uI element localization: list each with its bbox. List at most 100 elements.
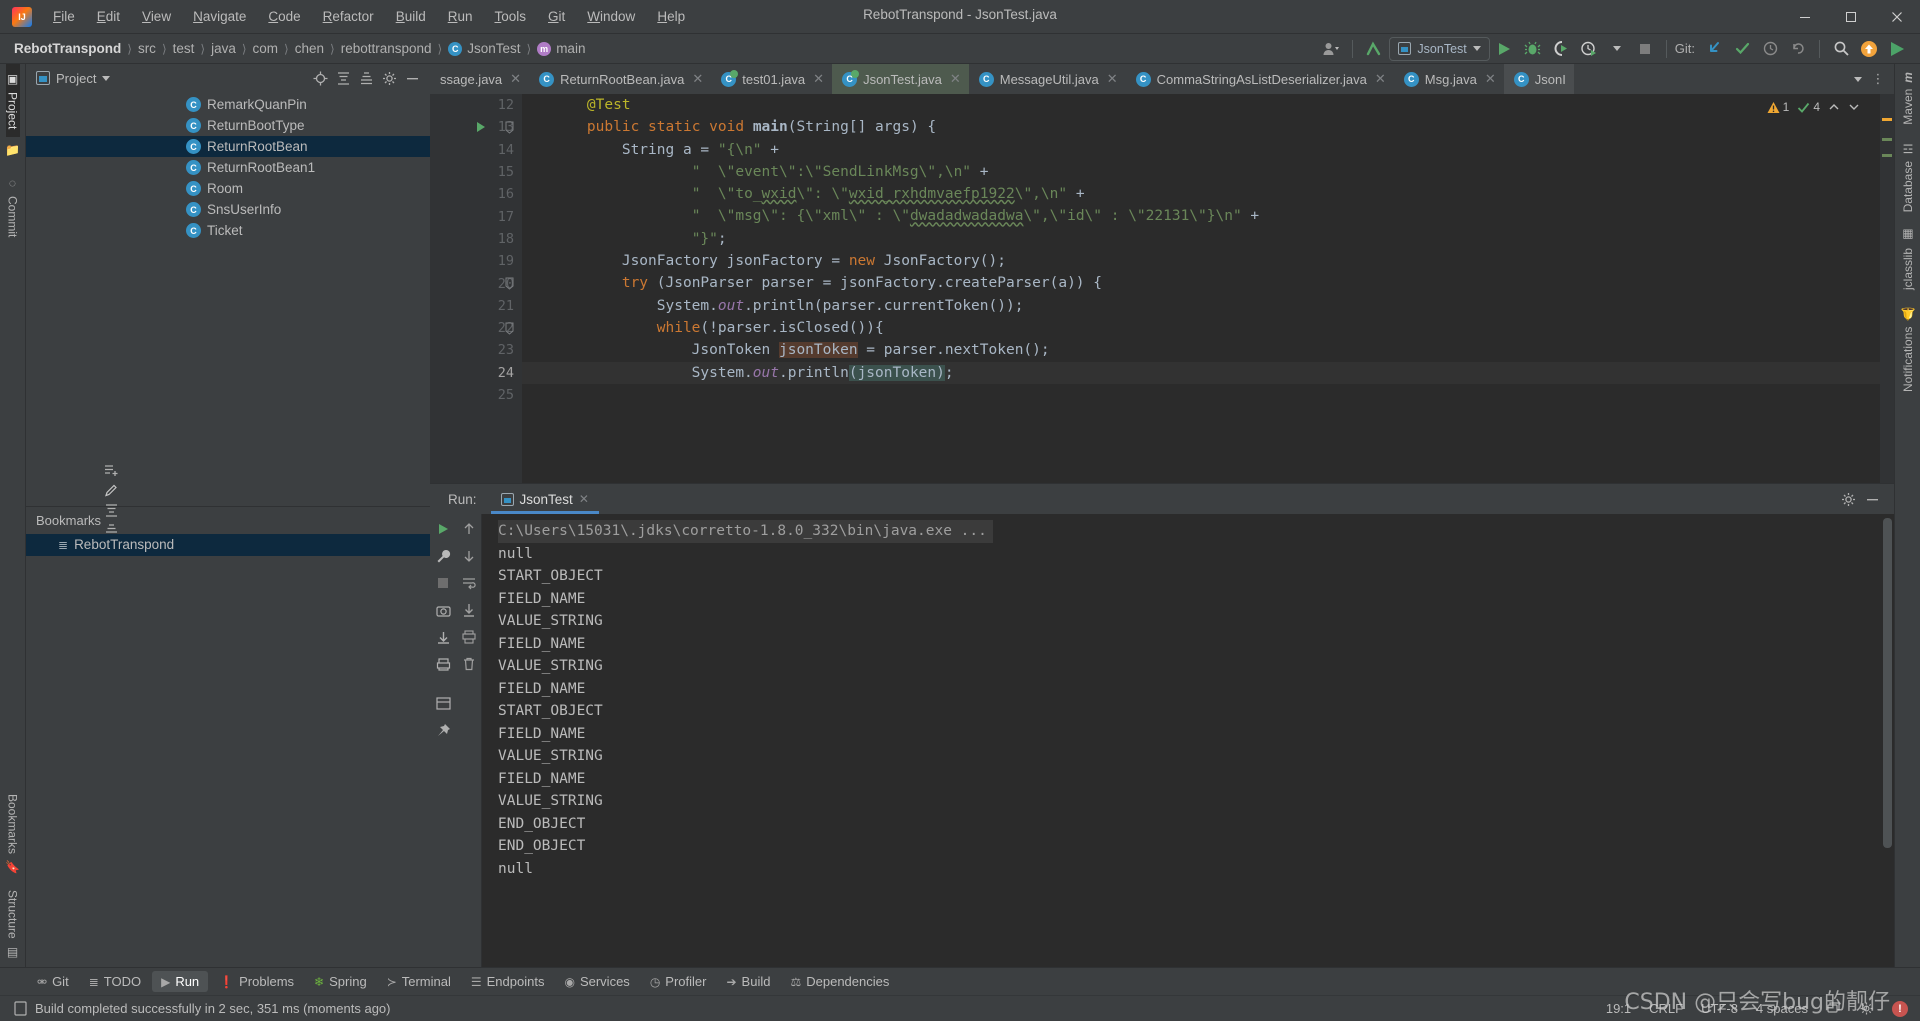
menu-navigate[interactable]: Navigate — [182, 5, 257, 28]
bottom-tab-terminal[interactable]: ≻ Terminal — [378, 971, 460, 992]
breadcrumb-jsontest[interactable]: C JsonTest — [448, 41, 521, 56]
tree-item-returnboottype[interactable]: C ReturnBootType — [26, 115, 430, 136]
editor-tab-jsontest[interactable]: C JsonTest.java ✕ — [832, 64, 969, 94]
tree-item-remarkquanpin[interactable]: C RemarkQuanPin — [26, 94, 430, 115]
update-arrow-icon[interactable] — [1361, 37, 1387, 61]
code-text-area[interactable]: @Test public static void main(String[] a… — [522, 94, 1880, 483]
search-everywhere-icon[interactable] — [1828, 37, 1854, 61]
sidebar-item-commit[interactable]: ◌ Commit — [6, 168, 20, 245]
add-bookmark-icon[interactable] — [101, 460, 121, 480]
status-error-badge[interactable]: ! — [1892, 1000, 1908, 1017]
expand-all-icon[interactable] — [333, 68, 353, 88]
menu-view[interactable]: View — [131, 5, 182, 28]
wrench-settings-icon[interactable] — [433, 547, 453, 565]
chevron-down-icon[interactable] — [96, 68, 116, 88]
editor-tab-jsoni[interactable]: C JsonI — [1503, 64, 1574, 94]
menu-file[interactable]: File — [42, 5, 86, 28]
git-commit-checkmark-icon[interactable] — [1729, 37, 1755, 61]
fold-icon[interactable] — [502, 277, 516, 290]
chevron-down-icon[interactable] — [1848, 101, 1860, 113]
breadcrumb-chen[interactable]: chen — [295, 41, 324, 56]
file-encoding[interactable]: UTF-8 — [1701, 1001, 1738, 1016]
editor-tab-commastringaslistdeserializer[interactable]: C CommaStringAsListDeserializer.java ✕ — [1126, 64, 1394, 94]
sidebar-item-folder[interactable]: 📁 — [6, 137, 20, 168]
tree-item-returnrootbean[interactable]: C ReturnRootBean — [26, 136, 430, 157]
breadcrumb-test[interactable]: test — [173, 41, 195, 56]
breadcrumb-rebottranspond[interactable]: rebottranspond — [341, 41, 432, 56]
sidebar-item-structure[interactable]: Structure ▤ — [6, 882, 20, 967]
camera-icon[interactable] — [433, 601, 453, 619]
locate-icon[interactable] — [310, 68, 330, 88]
breadcrumb-project[interactable]: RebotTranspond — [14, 41, 121, 56]
bottom-tab-run[interactable]: ▶ Run — [152, 971, 209, 992]
sidebar-item-notifications[interactable]: Notifications 🔔 — [1901, 298, 1915, 400]
maximize-button[interactable] — [1828, 0, 1874, 34]
bottom-tab-dependencies[interactable]: ⚖ Dependencies — [781, 971, 898, 992]
hide-icon[interactable] — [1862, 489, 1882, 509]
bookmark-item-rebottranspond[interactable]: ≣ RebotTranspond — [26, 533, 430, 556]
layout-icon[interactable] — [433, 694, 453, 712]
close-tab-icon[interactable]: ✕ — [950, 71, 961, 87]
run-configuration-selector[interactable]: JsonTest — [1389, 36, 1490, 61]
menu-window[interactable]: Window — [576, 5, 646, 28]
menu-tools[interactable]: Tools — [484, 5, 538, 28]
tree-item-ticket[interactable]: C Ticket — [26, 220, 430, 241]
code-editor[interactable]: 12 13 14 15 16 17 18 19 20 21 22 23 24 2… — [430, 94, 1894, 483]
edit-icon[interactable] — [101, 480, 121, 500]
more-run-actions-icon[interactable] — [1604, 37, 1630, 61]
menu-edit[interactable]: Edit — [86, 5, 131, 28]
breadcrumb-java[interactable]: java — [211, 41, 236, 56]
breadcrumb-src[interactable]: src — [138, 41, 156, 56]
menu-run[interactable]: Run — [437, 5, 484, 28]
settings-gear-icon[interactable] — [1838, 489, 1858, 509]
editor-tab-returnrootbean[interactable]: C ReturnRootBean.java ✕ — [529, 64, 711, 94]
line-separator[interactable]: CRLF — [1649, 1001, 1683, 1016]
bottom-tab-endpoints[interactable]: ☰ Endpoints — [462, 971, 554, 992]
soft-wrap-icon[interactable] — [459, 574, 479, 592]
indent-setting[interactable]: 4 spaces — [1756, 1001, 1808, 1016]
error-stripe-mark[interactable] — [1882, 154, 1892, 157]
run-icon[interactable] — [1492, 37, 1518, 61]
editor-tab-msg[interactable]: C Msg.java ✕ — [1394, 64, 1504, 94]
close-tab-icon[interactable]: ✕ — [1485, 71, 1496, 87]
console-scrollbar[interactable] — [1883, 518, 1892, 848]
menu-code[interactable]: Code — [257, 5, 311, 28]
run-with-coverage-icon[interactable] — [1548, 37, 1574, 61]
more-vertical-icon[interactable]: ⋮ — [1868, 69, 1888, 89]
git-rollback-icon[interactable] — [1785, 37, 1811, 61]
menu-build[interactable]: Build — [385, 5, 437, 28]
print-icon[interactable] — [459, 628, 479, 646]
profiler-icon[interactable] — [1576, 37, 1602, 61]
git-branch-status-icon[interactable] — [1826, 1001, 1841, 1016]
project-tree[interactable]: C RemarkQuanPin C ReturnBootType C Retur… — [26, 92, 430, 506]
debug-bug-icon[interactable] — [1520, 37, 1546, 61]
hide-icon[interactable] — [402, 68, 422, 88]
scroll-down-icon[interactable] — [459, 547, 479, 565]
fold-icon[interactable] — [502, 322, 516, 335]
tree-item-snsuserinfo[interactable]: C SnsUserInfo — [26, 199, 430, 220]
bottom-tab-profiler[interactable]: ◷ Profiler — [641, 971, 716, 992]
run-gutter-icon[interactable] — [474, 122, 488, 133]
bottom-tab-git[interactable]: ⚮ Git — [28, 971, 78, 992]
inspection-ok-count[interactable]: 4 — [1797, 100, 1820, 114]
close-tab-icon[interactable]: ✕ — [1107, 71, 1118, 87]
error-stripe-mark[interactable] — [1882, 138, 1892, 141]
tree-item-room[interactable]: C Room — [26, 178, 430, 199]
expand-all-icon[interactable] — [101, 500, 121, 520]
minimize-button[interactable] — [1782, 0, 1828, 34]
breadcrumb-main[interactable]: m main — [537, 41, 585, 56]
stop-icon[interactable] — [433, 574, 453, 592]
close-tab-icon[interactable]: ✕ — [692, 71, 703, 87]
close-tab-icon[interactable]: ✕ — [813, 71, 824, 87]
bottom-tab-build[interactable]: ➔ Build — [717, 971, 779, 992]
collapse-all-icon[interactable] — [356, 68, 376, 88]
close-tab-icon[interactable]: ✕ — [1375, 71, 1386, 87]
sidebar-item-bookmarks[interactable]: Bookmarks 🔖 — [6, 786, 20, 883]
editor-tab-ssage[interactable]: ssage.java ✕ — [430, 64, 529, 94]
scroll-to-end-icon[interactable] — [459, 601, 479, 619]
git-history-clock-icon[interactable] — [1757, 37, 1783, 61]
editor-gutter[interactable]: 12 13 14 15 16 17 18 19 20 21 22 23 24 2… — [430, 94, 522, 483]
close-tab-icon[interactable]: ✕ — [510, 71, 521, 87]
caret-position[interactable]: 19:1 — [1606, 1001, 1631, 1016]
warning-count[interactable]: 1 — [1767, 100, 1789, 114]
